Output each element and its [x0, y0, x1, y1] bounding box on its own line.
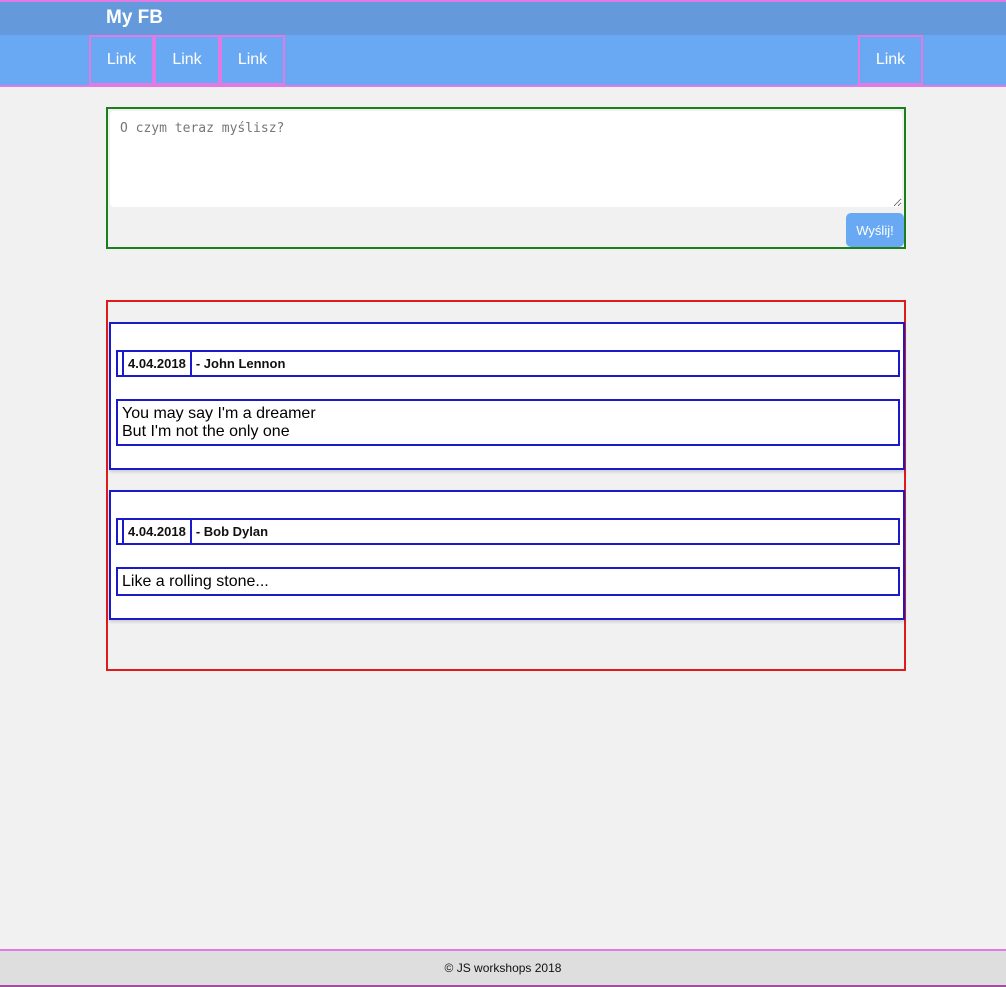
nav-link-3[interactable]: Link: [220, 35, 285, 85]
post-input[interactable]: [110, 111, 902, 207]
post-body: You may say I'm a dreamer But I'm not th…: [116, 399, 900, 446]
post-composer: Wyślij!: [106, 107, 906, 249]
post-header: 4.04.2018 - Bob Dylan: [116, 518, 900, 545]
post-date: 4.04.2018: [124, 352, 192, 375]
post-card: 4.04.2018 - John Lennon You may say I'm …: [109, 322, 905, 470]
post-text-line: Like a rolling stone...: [122, 573, 269, 590]
nav-link-2[interactable]: Link: [154, 35, 220, 85]
post-card: 4.04.2018 - Bob Dylan Like a rolling sto…: [109, 490, 905, 620]
brand-bar: My FB: [0, 2, 1006, 35]
post-date: 4.04.2018: [124, 520, 192, 543]
brand-title[interactable]: My FB: [106, 8, 163, 28]
footer-copyright: © JS workshops 2018: [444, 961, 562, 975]
post-text-line: But I'm not the only one: [122, 423, 290, 440]
posts-feed: 4.04.2018 - John Lennon You may say I'm …: [106, 300, 906, 671]
post-body: Like a rolling stone...: [116, 567, 900, 596]
nav-link-right[interactable]: Link: [858, 35, 923, 85]
post-author: - Bob Dylan: [195, 524, 269, 539]
page-footer: © JS workshops 2018: [0, 949, 1006, 987]
post-author: - John Lennon: [195, 356, 286, 371]
nav-link-1[interactable]: Link: [89, 35, 154, 85]
post-text-line: You may say I'm a dreamer: [122, 405, 316, 422]
top-navbar: My FB Link Link Link Link: [0, 0, 1006, 87]
submit-post-button[interactable]: Wyślij!: [846, 213, 904, 247]
post-header: 4.04.2018 - John Lennon: [116, 350, 900, 377]
